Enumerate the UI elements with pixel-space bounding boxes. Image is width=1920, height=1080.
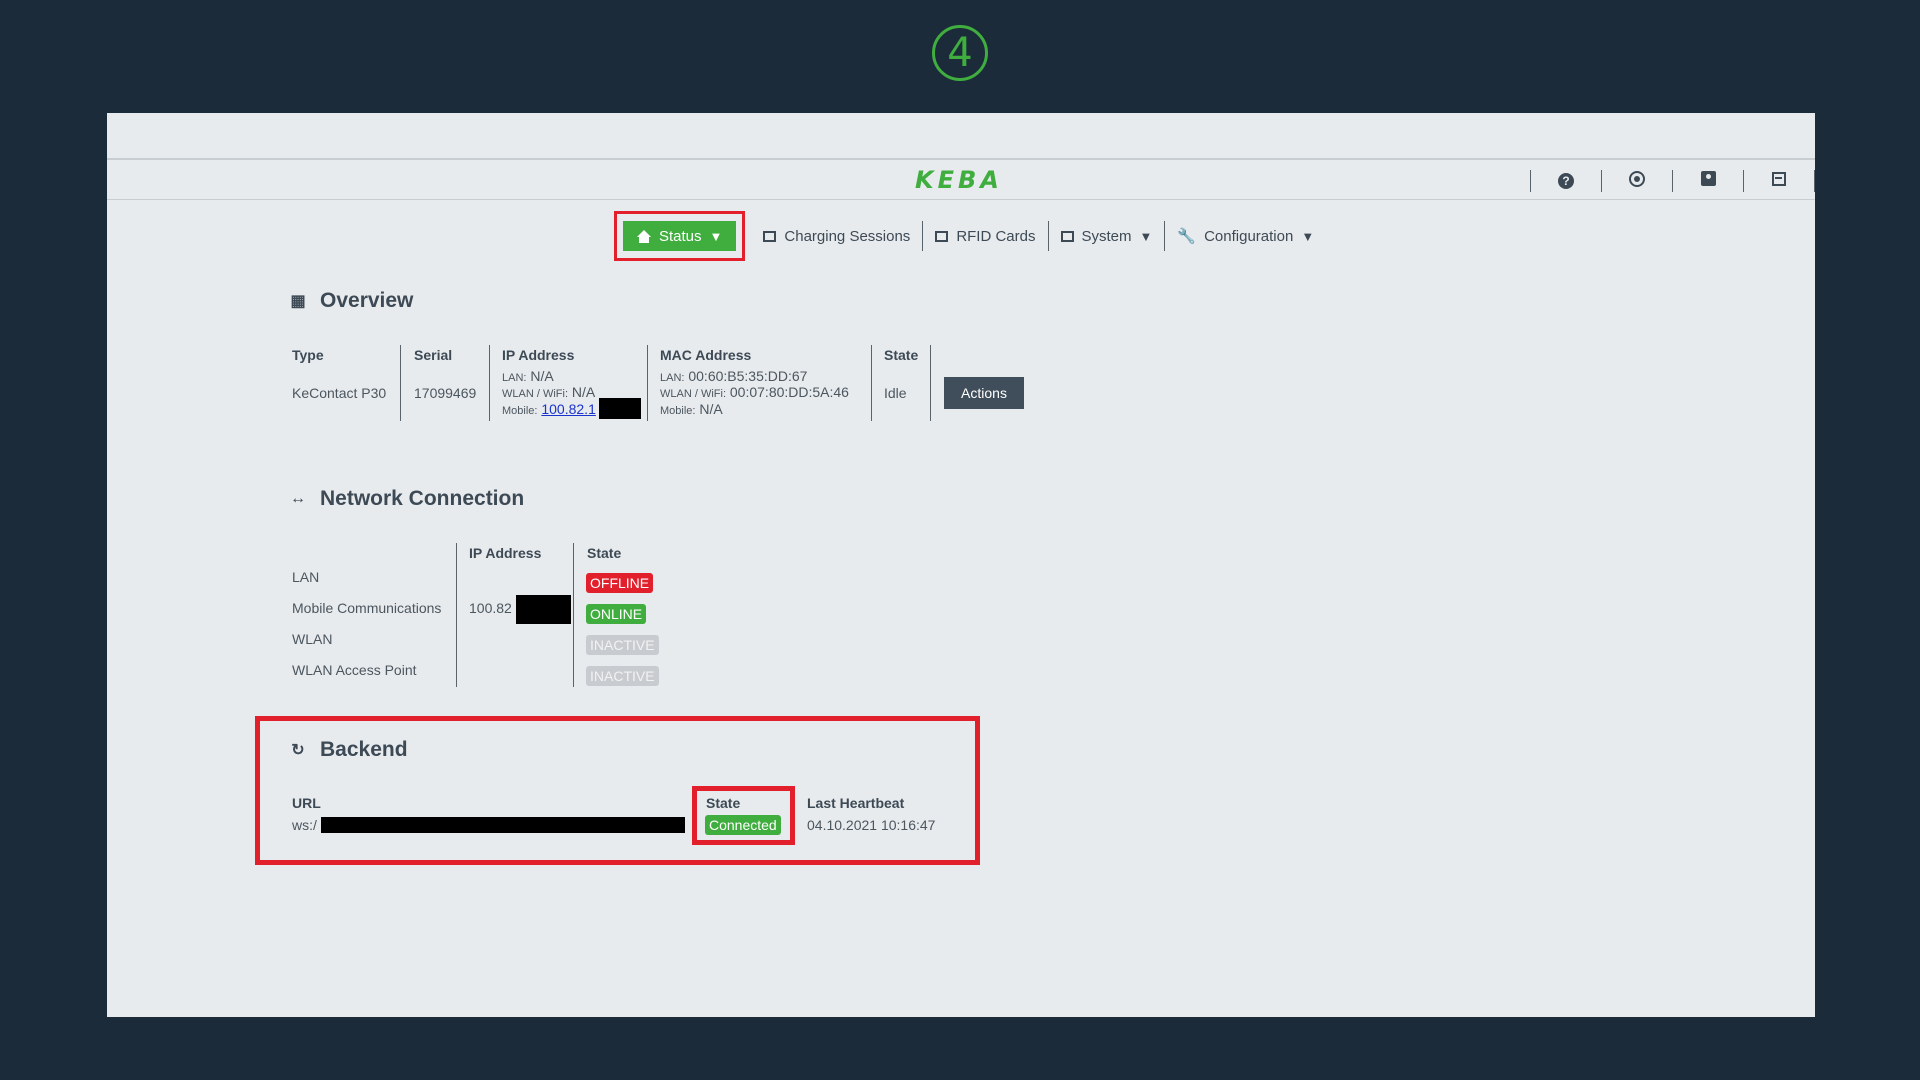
status-highlight-box: Status ▼ [614,211,746,261]
main-nav: Status ▼ Charging Sessions RFID Cards Sy… [614,211,1326,261]
chevron-down-icon: ▼ [709,228,723,244]
overview-mac-lan: LAN: 00:60:B5:35:DD:67 [660,368,808,384]
keba-logo: KEBA [915,166,1003,194]
user-icon[interactable] [1673,171,1743,191]
status-badge-offline: OFFLINE [586,573,654,593]
home-icon [637,229,651,243]
backend-url-value: ws:/ [292,817,317,833]
overview-mac-mobile: Mobile: N/A [660,401,723,417]
overview-serial-value: 17099469 [414,385,477,401]
overview-mac-wlan: WLAN / WiFi: 00:07:80:DD:5A:46 [660,384,849,400]
chevron-down-icon: ▼ [1139,228,1153,244]
overview-ip-wlan: WLAN / WiFi: N/A [502,384,596,400]
status-badge-inactive: INACTIVE [586,635,659,655]
status-badge-connected: Connected [705,815,781,835]
logout-icon[interactable] [1744,171,1814,191]
nav-rfid-cards[interactable]: RFID Cards [923,222,1047,250]
network-header-ip: IP Address [469,545,542,561]
calendar-icon: ▦ [290,293,306,310]
wrench-icon: 🔧 [1177,228,1197,245]
web-interface-panel: KEBA ? Status ▼ Charging Sessions RFID C… [107,113,1815,1017]
backend-header-url: URL [292,795,321,811]
nav-status-button[interactable]: Status ▼ [623,221,737,251]
overview-ip-lan: LAN: N/A [502,368,554,384]
help-icon[interactable]: ? [1531,172,1601,190]
redacted-block [599,398,641,419]
system-icon [1060,230,1074,242]
status-badge-online: ONLINE [586,604,647,624]
network-mobile-ip: 100.82 [469,600,512,616]
header-divider [107,199,1815,200]
chevron-down-icon: ▼ [1301,228,1315,244]
card-icon [935,230,949,242]
nav-charging-sessions[interactable]: Charging Sessions [751,222,922,250]
mobile-ip-link[interactable]: 100.82.1 [541,401,596,417]
redacted-block [321,817,685,833]
overview-type-value: KeContact P30 [292,385,387,401]
nav-system[interactable]: System ▼ [1049,222,1165,250]
network-header-state: State [587,545,622,561]
backend-heartbeat-value: 04.10.2021 10:16:47 [807,817,936,833]
overview-title: ▦ Overview [288,289,413,313]
backend-title: ↻ Backend [288,738,407,762]
redacted-block [516,595,571,624]
network-row-lan: LAN [292,569,320,585]
overview-header-ip: IP Address [502,347,575,363]
overview-header-state: State [884,347,919,363]
target-icon[interactable] [1602,170,1672,192]
network-arrows-icon: ↔ [290,490,306,507]
nav-configuration[interactable]: 🔧 Configuration ▼ [1165,222,1326,250]
overview-header-mac: MAC Address [660,347,752,363]
charging-icon [763,230,777,242]
backend-header-heartbeat: Last Heartbeat [807,795,905,811]
step-number-badge: 4 [932,25,988,81]
overview-state-value: Idle [884,385,907,401]
header-top-divider [107,158,1815,160]
actions-button[interactable]: Actions [944,377,1024,409]
network-row-wlan-ap: WLAN Access Point [292,662,417,678]
overview-ip-mobile: Mobile: 100.82.1 [502,401,596,417]
status-badge-inactive: INACTIVE [586,666,659,686]
backend-header-state: State [706,795,741,811]
refresh-icon: ↻ [291,742,305,759]
network-title: ↔ Network Connection [290,487,525,510]
header-icon-bar: ? [1530,169,1815,193]
overview-header-type: Type [292,347,324,363]
network-row-mobile: Mobile Communications [292,600,442,616]
network-row-wlan: WLAN [292,631,333,647]
overview-header-serial: Serial [414,347,453,363]
